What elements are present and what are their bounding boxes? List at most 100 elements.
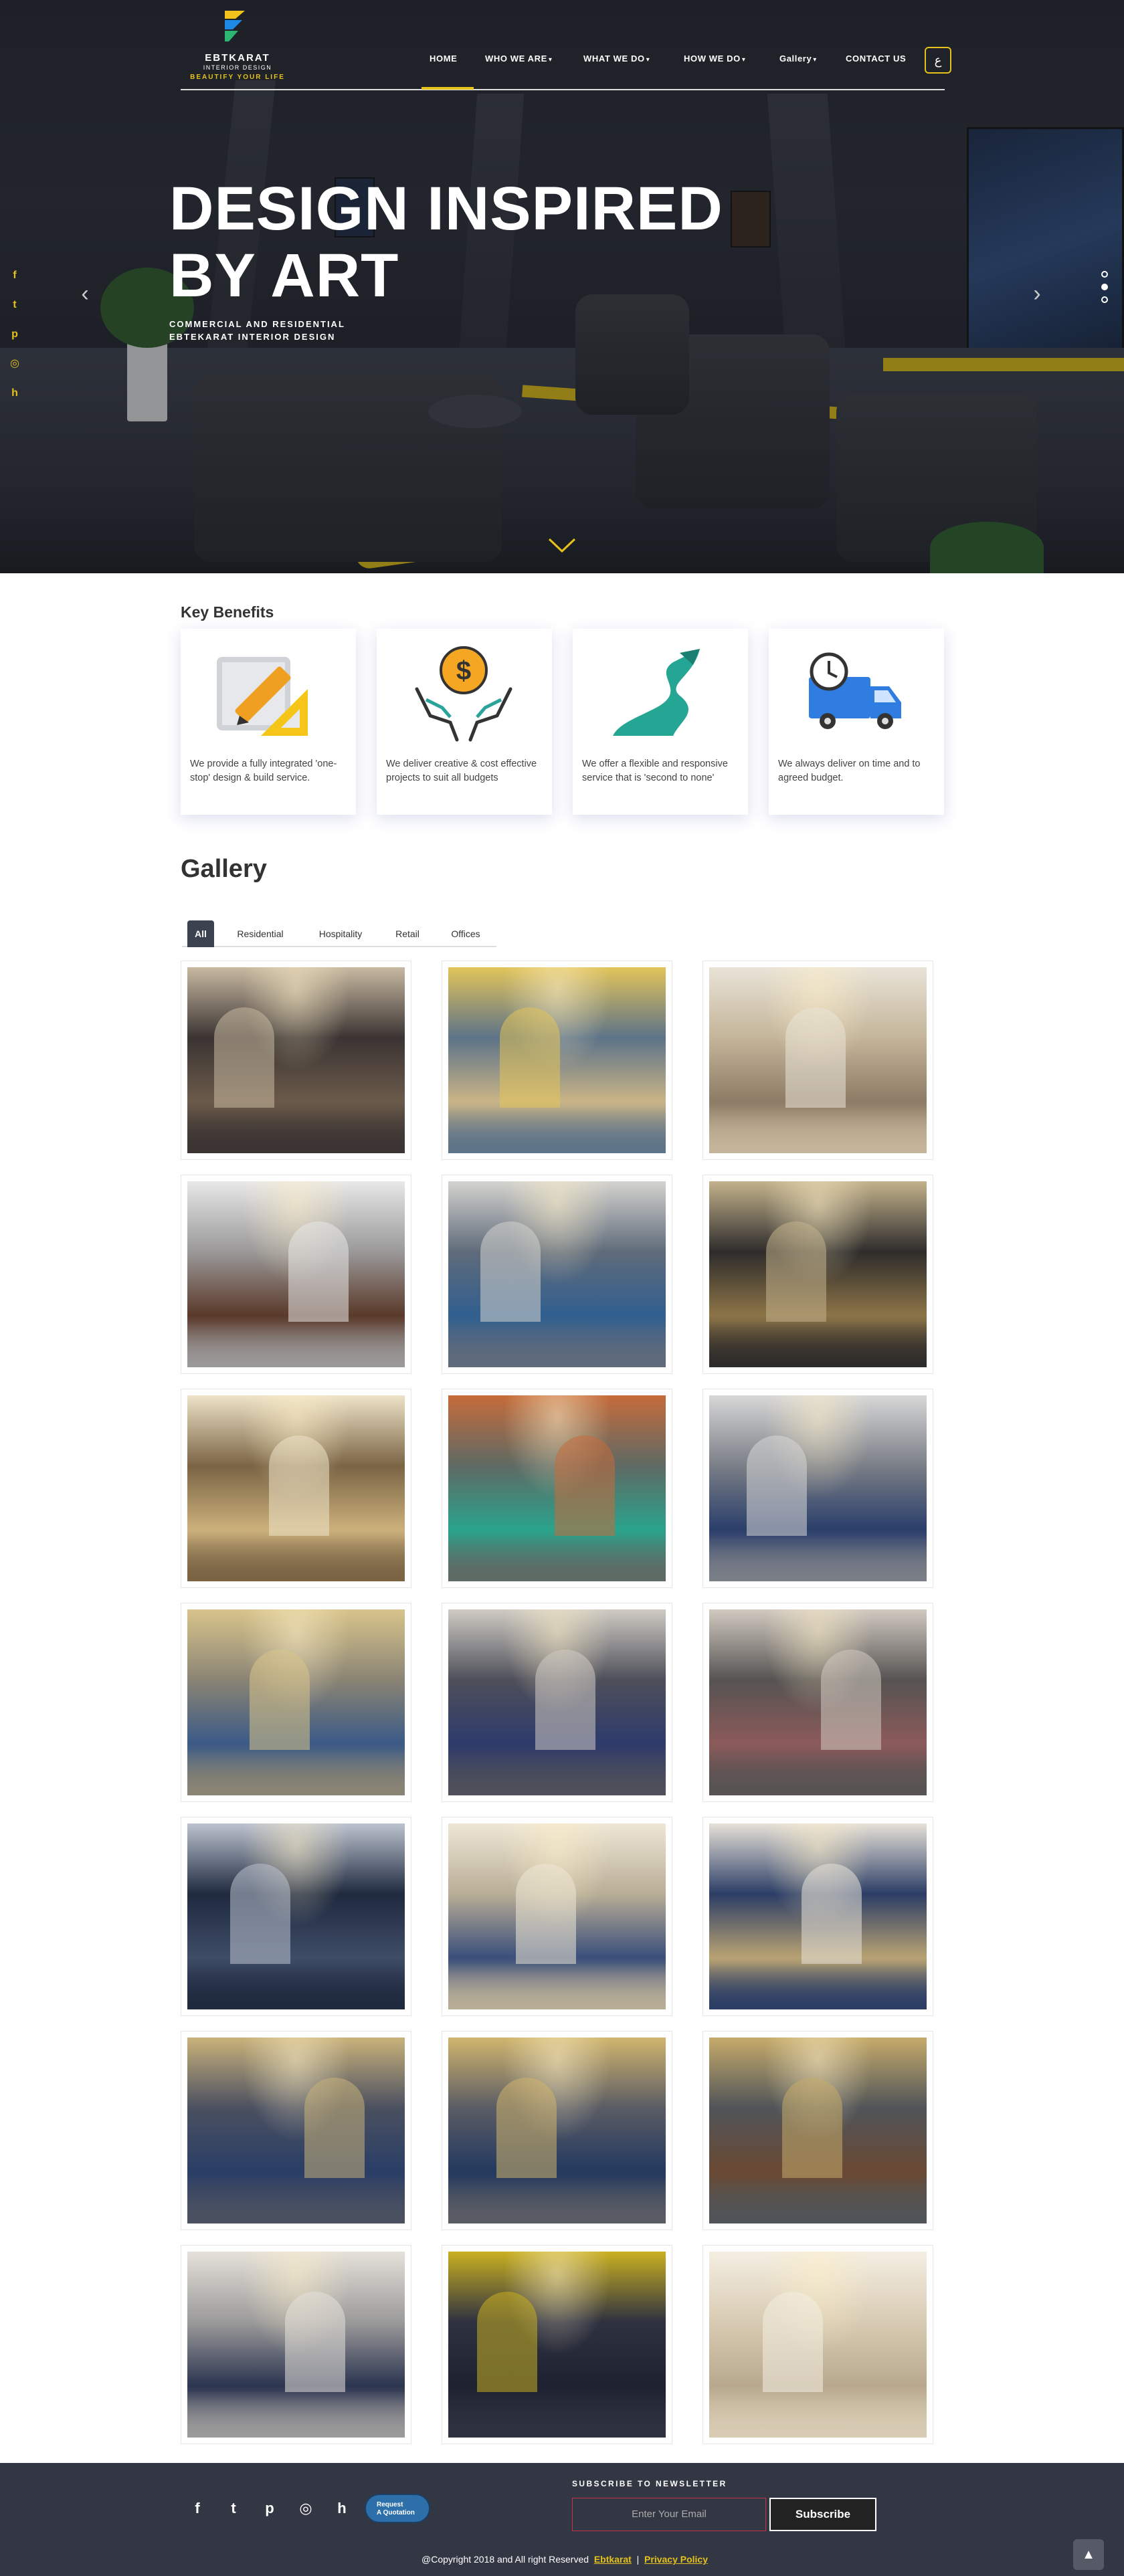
chevron-down-icon: ▾ xyxy=(741,56,746,64)
gallery-image-detail xyxy=(187,2177,405,2223)
benefit-text: We always deliver on time and to agreed … xyxy=(778,759,921,783)
gallery-image-detail xyxy=(214,1007,274,1108)
nav-divider xyxy=(181,89,945,90)
chevron-down-icon: ▾ xyxy=(813,56,817,64)
quote-label: Request xyxy=(377,2501,403,2508)
nav-item-home[interactable]: HOME xyxy=(430,54,457,67)
gallery-image xyxy=(448,2038,666,2223)
houzz-icon[interactable]: h xyxy=(0,379,29,408)
gallery-image-detail xyxy=(448,1534,666,1581)
nav-item-contact-us[interactable]: CONTACT US xyxy=(846,54,906,67)
newsletter-email-input[interactable]: Enter Your Email xyxy=(572,2498,766,2531)
gallery-item-blue-curtain-hall[interactable] xyxy=(702,1389,933,1588)
request-quotation-button[interactable]: Request A Quotation xyxy=(365,2494,430,2523)
gallery-item-blue-bathroom[interactable] xyxy=(442,1175,672,1374)
gallery-image-detail xyxy=(766,1221,826,1322)
facebook-icon[interactable]: f xyxy=(0,261,29,290)
tab-retail[interactable]: Retail xyxy=(384,920,431,947)
gallery-image-detail xyxy=(187,1534,405,1581)
facebook-icon[interactable]: f xyxy=(185,2496,209,2520)
gallery-image xyxy=(448,2252,666,2438)
gallery-item-golden-vanity[interactable] xyxy=(181,1389,411,1588)
gallery-image-detail xyxy=(709,1963,927,2009)
gallery-item-dining-room-blue[interactable] xyxy=(442,1603,672,1802)
nav-item-what-we-do[interactable]: WHAT WE DO ▾ xyxy=(583,54,650,67)
houzz-icon[interactable]: h xyxy=(330,2496,354,2520)
tab-offices[interactable]: Offices xyxy=(439,920,492,947)
language-toggle-button[interactable]: ع xyxy=(925,47,951,74)
slider-dot[interactable] xyxy=(1101,296,1108,303)
benefit-text: We offer a flexible and responsive servi… xyxy=(582,759,728,783)
gallery-image-detail xyxy=(763,2292,823,2392)
gallery-image xyxy=(448,1395,666,1581)
slider-prev-arrow[interactable]: ‹ xyxy=(75,281,95,308)
gallery-image-detail xyxy=(747,1435,807,1536)
hero-subtitle-line: COMMERCIAL AND RESIDENTIAL xyxy=(169,319,345,329)
gallery-image-detail xyxy=(709,2177,927,2223)
gallery-image-detail xyxy=(304,2078,365,2178)
quote-label: A Quotation xyxy=(377,2509,415,2516)
gallery-item-master-bedroom-2[interactable] xyxy=(442,2031,672,2230)
gallery-image-detail xyxy=(477,2292,537,2392)
gallery-item-marble-bathroom[interactable] xyxy=(181,1175,411,1374)
gallery-image-detail xyxy=(187,1320,405,1367)
nav-item-who-we-are[interactable]: WHO WE ARE ▾ xyxy=(485,54,553,67)
pinterest-icon[interactable]: p xyxy=(258,2496,282,2520)
gallery-image-detail xyxy=(448,2177,666,2223)
company-link[interactable]: Ebtkarat xyxy=(594,2554,632,2565)
gallery-item-arched-blue-lounge[interactable] xyxy=(702,1817,933,2016)
gallery-item-gold-mosaic-washroom[interactable] xyxy=(702,1175,933,1374)
gallery-image xyxy=(709,1395,927,1581)
instagram-icon[interactable]: ◎ xyxy=(0,349,29,379)
pinterest-icon[interactable]: p xyxy=(0,320,29,349)
copyright-text: @Copyright 2018 and All right Reserved xyxy=(421,2554,589,2565)
tab-hospitality[interactable]: Hospitality xyxy=(305,920,376,947)
gallery-item-navy-kitchen[interactable] xyxy=(181,1817,411,2016)
brand-logo[interactable]: EBTKARAT INTERIOR DESIGN BEAUTIFY YOUR L… xyxy=(181,7,294,87)
tab-residential[interactable]: Residential xyxy=(223,920,297,947)
nav-item-gallery[interactable]: Gallery ▾ xyxy=(779,54,817,67)
gallery-item-grand-arch-hall[interactable] xyxy=(181,1603,411,1802)
hero-title-line: DESIGN INSPIRED xyxy=(169,175,723,243)
gallery-image-detail xyxy=(709,1534,927,1581)
delivery-truck-icon xyxy=(809,652,901,729)
gallery-image xyxy=(448,1823,666,2009)
gallery-item-master-bedroom-1[interactable] xyxy=(181,2031,411,2230)
gallery-image xyxy=(187,1395,405,1581)
benefit-card: $ We deliver creative & cost effective p… xyxy=(377,629,552,815)
gallery-item-arched-seating-room[interactable] xyxy=(442,961,672,1160)
nav-item-label: CONTACT US xyxy=(846,54,907,64)
copyright-line: @Copyright 2018 and All right Reserved E… xyxy=(421,2554,708,2565)
tab-all[interactable]: All xyxy=(187,920,214,947)
scroll-down-chevron-icon[interactable] xyxy=(545,535,579,555)
copyright-separator: | xyxy=(636,2554,640,2565)
gallery-image-detail xyxy=(285,2292,345,2392)
twitter-icon[interactable]: t xyxy=(0,290,29,320)
slider-dot[interactable] xyxy=(1101,284,1108,290)
gallery-image xyxy=(187,2252,405,2438)
twitter-icon[interactable]: t xyxy=(221,2496,246,2520)
gallery-item-kids-room[interactable] xyxy=(442,1389,672,1588)
gallery-image-detail xyxy=(187,1749,405,1795)
gallery-item-cream-living-room[interactable] xyxy=(442,1817,672,2016)
gallery-item-dining-room-plates[interactable] xyxy=(702,1603,933,1802)
nav-item-how-we-do[interactable]: HOW WE DO ▾ xyxy=(684,54,745,67)
slider-dot[interactable] xyxy=(1101,271,1108,278)
hero-subtitle-line: EBTEKARAT INTERIOR DESIGN xyxy=(169,332,336,342)
gallery-item-majlis-teal-room[interactable] xyxy=(181,961,411,1160)
chevron-down-icon: ▾ xyxy=(646,56,650,64)
subscribe-button[interactable]: Subscribe xyxy=(769,2498,876,2531)
gallery-item-cream-bedroom[interactable] xyxy=(702,961,933,1160)
slider-next-arrow[interactable]: › xyxy=(1027,281,1047,308)
gallery-image-detail xyxy=(269,1435,329,1536)
instagram-icon[interactable]: ◎ xyxy=(294,2496,318,2520)
gallery-item-study-corner[interactable] xyxy=(702,2245,933,2444)
gallery-image-detail xyxy=(250,1650,310,1750)
gallery-item-home-cinema[interactable] xyxy=(442,2245,672,2444)
gallery-image xyxy=(709,1181,927,1367)
gallery-item-master-bedroom-3[interactable] xyxy=(702,2031,933,2230)
privacy-policy-link[interactable]: Privacy Policy xyxy=(644,2554,708,2565)
back-to-top-button[interactable]: ▲ xyxy=(1073,2539,1104,2570)
gallery-item-grey-living-room[interactable] xyxy=(181,2245,411,2444)
benefit-card: We provide a fully integrated 'one-stop'… xyxy=(181,629,356,815)
